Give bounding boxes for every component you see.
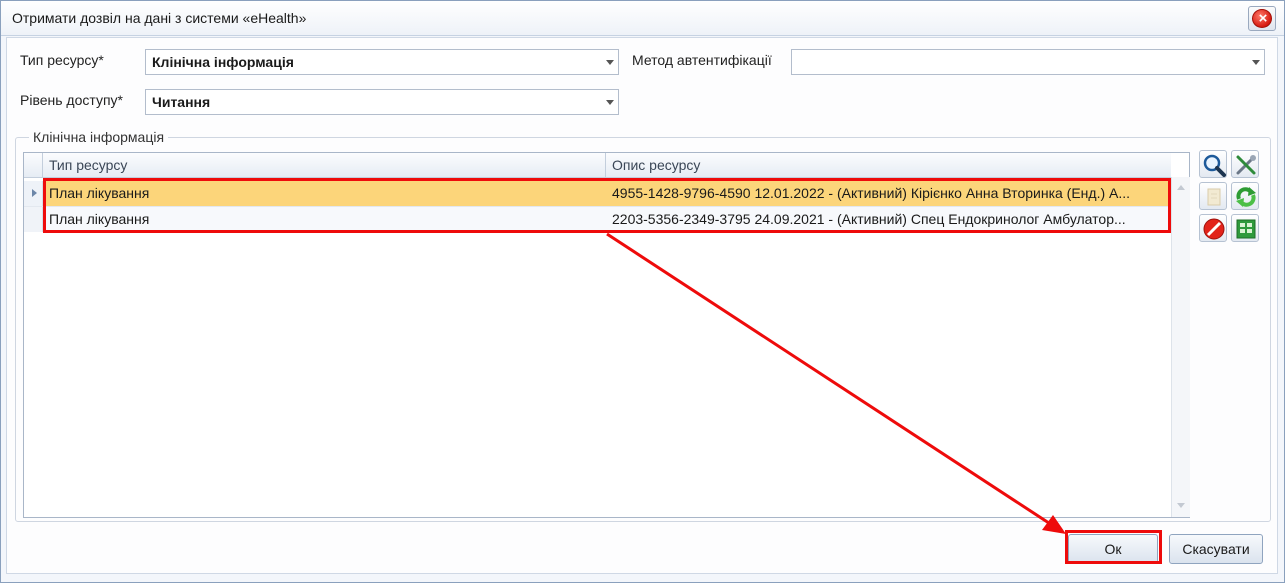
annotation-arrow [606, 232, 1066, 534]
